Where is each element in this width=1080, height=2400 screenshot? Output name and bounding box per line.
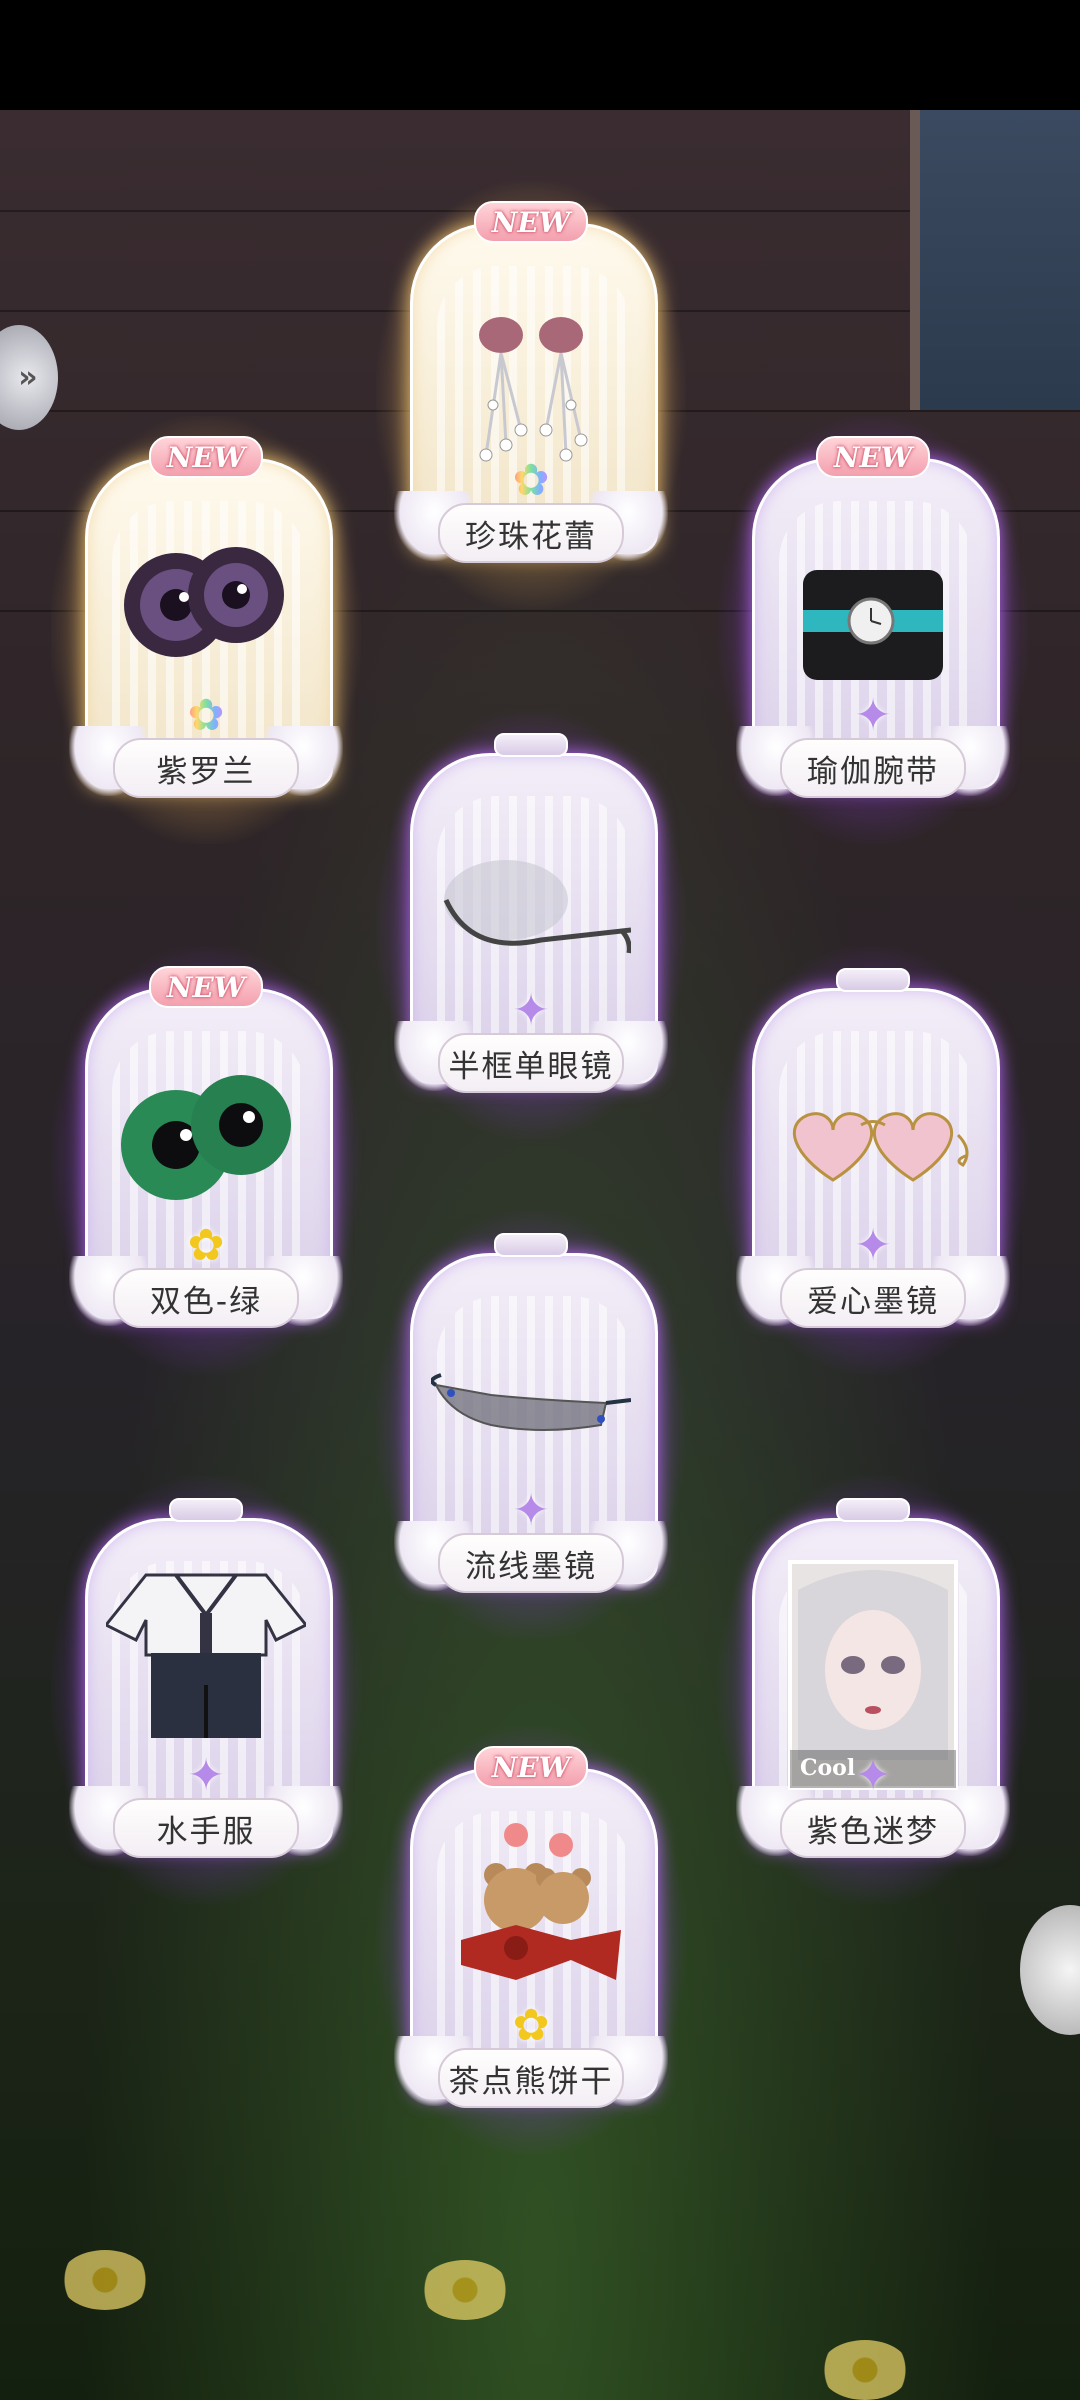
new-badge: NEW <box>149 966 263 1008</box>
flower-decoration <box>420 2260 510 2320</box>
reward-card-tea-bear-cookie[interactable]: NEW ✿ 茶点熊饼干 <box>376 1726 686 2154</box>
rarity-gem-icon: ✿ <box>187 1220 225 1271</box>
item-name: 瑜伽腕带 <box>780 738 966 798</box>
status-bar <box>0 0 1080 110</box>
flower-decoration <box>60 2250 150 2310</box>
item-name: 水手服 <box>113 1798 299 1858</box>
violet-eyes-icon <box>124 547 284 657</box>
item-name: 流线墨镜 <box>438 1533 624 1593</box>
streamline-sunglasses-icon <box>431 1373 631 1431</box>
reward-card-yoga-wristband[interactable]: NEW ✦ 瑜伽腕带 <box>718 416 1028 844</box>
reward-card-purple-dream[interactable]: Cool ✦ 紫色迷梦 <box>718 1476 1028 1904</box>
bear-earring-icon <box>461 1823 621 1980</box>
item-name: 紫色迷梦 <box>780 1798 966 1858</box>
pearl-earring-icon <box>479 317 588 462</box>
new-badge: NEW <box>816 436 930 478</box>
bow-decoration <box>169 1498 243 1522</box>
flower-decoration <box>820 2340 910 2400</box>
reward-card-dual-green[interactable]: NEW ✿ 双色-绿 <box>51 946 361 1374</box>
reward-card-pearl-bud[interactable]: NEW ✿ 珍珠花蕾 <box>376 181 686 609</box>
reward-card-sailor-suit[interactable]: ✦ 水手服 <box>51 1476 361 1904</box>
monocle-icon <box>443 860 631 954</box>
window <box>910 110 1080 410</box>
new-badge: NEW <box>149 436 263 478</box>
bow-decoration <box>494 1233 568 1257</box>
chevron-right-icon: » <box>18 360 38 395</box>
portrait-caption: Cool <box>800 1755 856 1781</box>
new-badge: NEW <box>474 201 588 243</box>
rarity-gem-icon: ✿ <box>512 2000 550 2051</box>
sailor-suit-icon <box>106 1573 306 1738</box>
reward-card-violet[interactable]: NEW ✿ 紫罗兰 <box>51 416 361 844</box>
item-name: 双色-绿 <box>113 1268 299 1328</box>
rarity-gem-icon: ✦ <box>512 985 550 1036</box>
item-name: 爱心墨镜 <box>780 1268 966 1328</box>
rarity-gem-icon: ✦ <box>512 1485 550 1536</box>
green-eyes-icon <box>121 1075 291 1200</box>
rarity-gem-icon: ✿ <box>512 455 550 506</box>
reward-card-streamline-sunglasses[interactable]: ✦ 流线墨镜 <box>376 1211 686 1639</box>
wristband-icon <box>803 570 943 680</box>
bow-decoration <box>836 1498 910 1522</box>
bow-decoration <box>836 968 910 992</box>
rarity-gem-icon: ✦ <box>187 1750 225 1801</box>
item-name: 茶点熊饼干 <box>438 2048 624 2108</box>
rarity-gem-icon: ✦ <box>854 1750 892 1801</box>
bow-decoration <box>494 733 568 757</box>
item-name: 珍珠花蕾 <box>438 503 624 563</box>
new-badge: NEW <box>474 1746 588 1788</box>
item-name: 紫罗兰 <box>113 738 299 798</box>
rarity-gem-icon: ✿ <box>187 690 225 741</box>
heart-sunglasses-icon <box>792 1112 969 1182</box>
rarity-gem-icon: ✦ <box>854 690 892 741</box>
rarity-gem-icon: ✦ <box>854 1220 892 1271</box>
reward-card-heart-sunglasses[interactable]: ✦ 爱心墨镜 <box>718 946 1028 1374</box>
item-name: 半框单眼镜 <box>438 1033 624 1093</box>
reward-card-half-frame-monocle[interactable]: ✦ 半框单眼镜 <box>376 711 686 1139</box>
